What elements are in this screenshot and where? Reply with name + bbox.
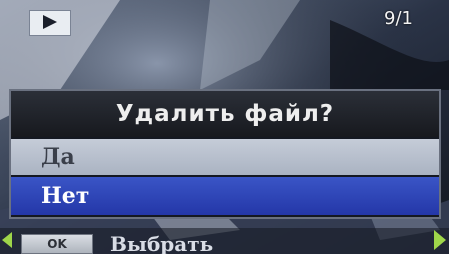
- arrow-left-icon[interactable]: [2, 232, 12, 248]
- file-counter: 9/1: [384, 8, 413, 29]
- dialog-title: Удалить файл?: [11, 91, 439, 137]
- play-icon: [42, 14, 58, 33]
- playback-mode-indicator: [29, 10, 71, 36]
- option-yes[interactable]: Да: [11, 139, 439, 175]
- camera-screen: 9/1 Удалить файл? Да Нет OK Выбрать: [0, 0, 449, 254]
- option-no[interactable]: Нет: [11, 177, 439, 215]
- delete-file-dialog: Удалить файл? Да Нет: [9, 89, 441, 219]
- ok-button[interactable]: OK: [21, 234, 93, 254]
- select-hint: Выбрать: [110, 232, 214, 254]
- arrow-right-icon[interactable]: [434, 230, 446, 250]
